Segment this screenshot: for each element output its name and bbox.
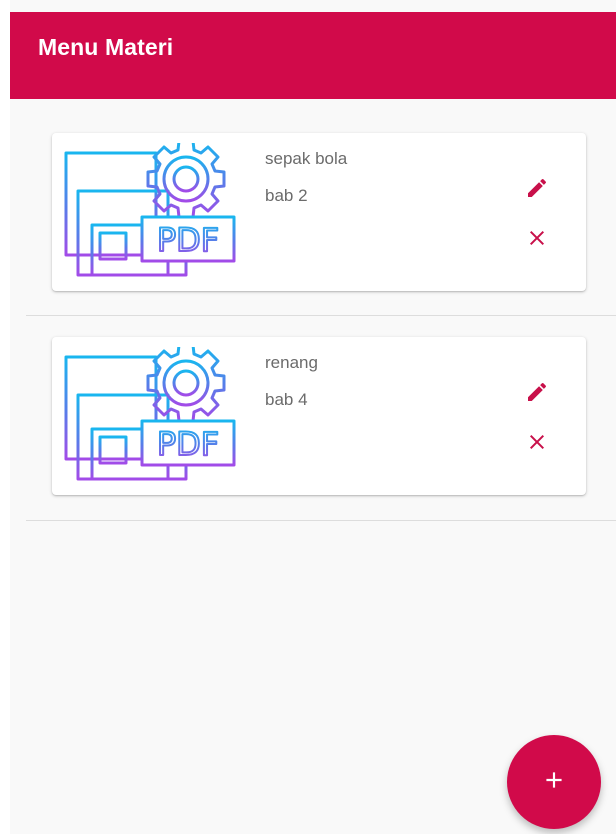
delete-button[interactable] <box>519 222 555 258</box>
app-screen: Menu Materi PDF sepak bola bab 2 PDF ren… <box>10 0 616 834</box>
material-card[interactable]: PDF sepak bola bab 2 <box>52 133 586 291</box>
close-icon <box>525 226 549 255</box>
pencil-icon <box>525 380 549 409</box>
pdf-settings-icon: PDF <box>62 343 238 487</box>
divider <box>26 520 616 521</box>
material-title: sepak bola <box>265 149 348 168</box>
pencil-icon <box>525 176 549 205</box>
list-item: PDF sepak bola bab 2 <box>10 99 616 316</box>
app-bar: Menu Materi <box>10 12 616 99</box>
list-item: PDF renang bab 4 <box>10 316 616 532</box>
add-material-button[interactable] <box>507 735 601 829</box>
pdf-settings-icon: PDF <box>62 139 238 283</box>
material-title: renang <box>265 353 318 372</box>
svg-text:PDF: PDF <box>157 425 219 463</box>
page-title: Menu Materi <box>38 34 174 60</box>
edit-button[interactable] <box>519 376 555 412</box>
close-icon <box>525 430 549 459</box>
plus-icon <box>541 767 567 798</box>
svg-text:PDF: PDF <box>157 221 219 259</box>
delete-button[interactable] <box>519 426 555 462</box>
edit-button[interactable] <box>519 172 555 208</box>
material-chapter: bab 4 <box>265 390 308 409</box>
material-chapter: bab 2 <box>265 186 308 205</box>
material-card[interactable]: PDF renang bab 4 <box>52 337 586 495</box>
